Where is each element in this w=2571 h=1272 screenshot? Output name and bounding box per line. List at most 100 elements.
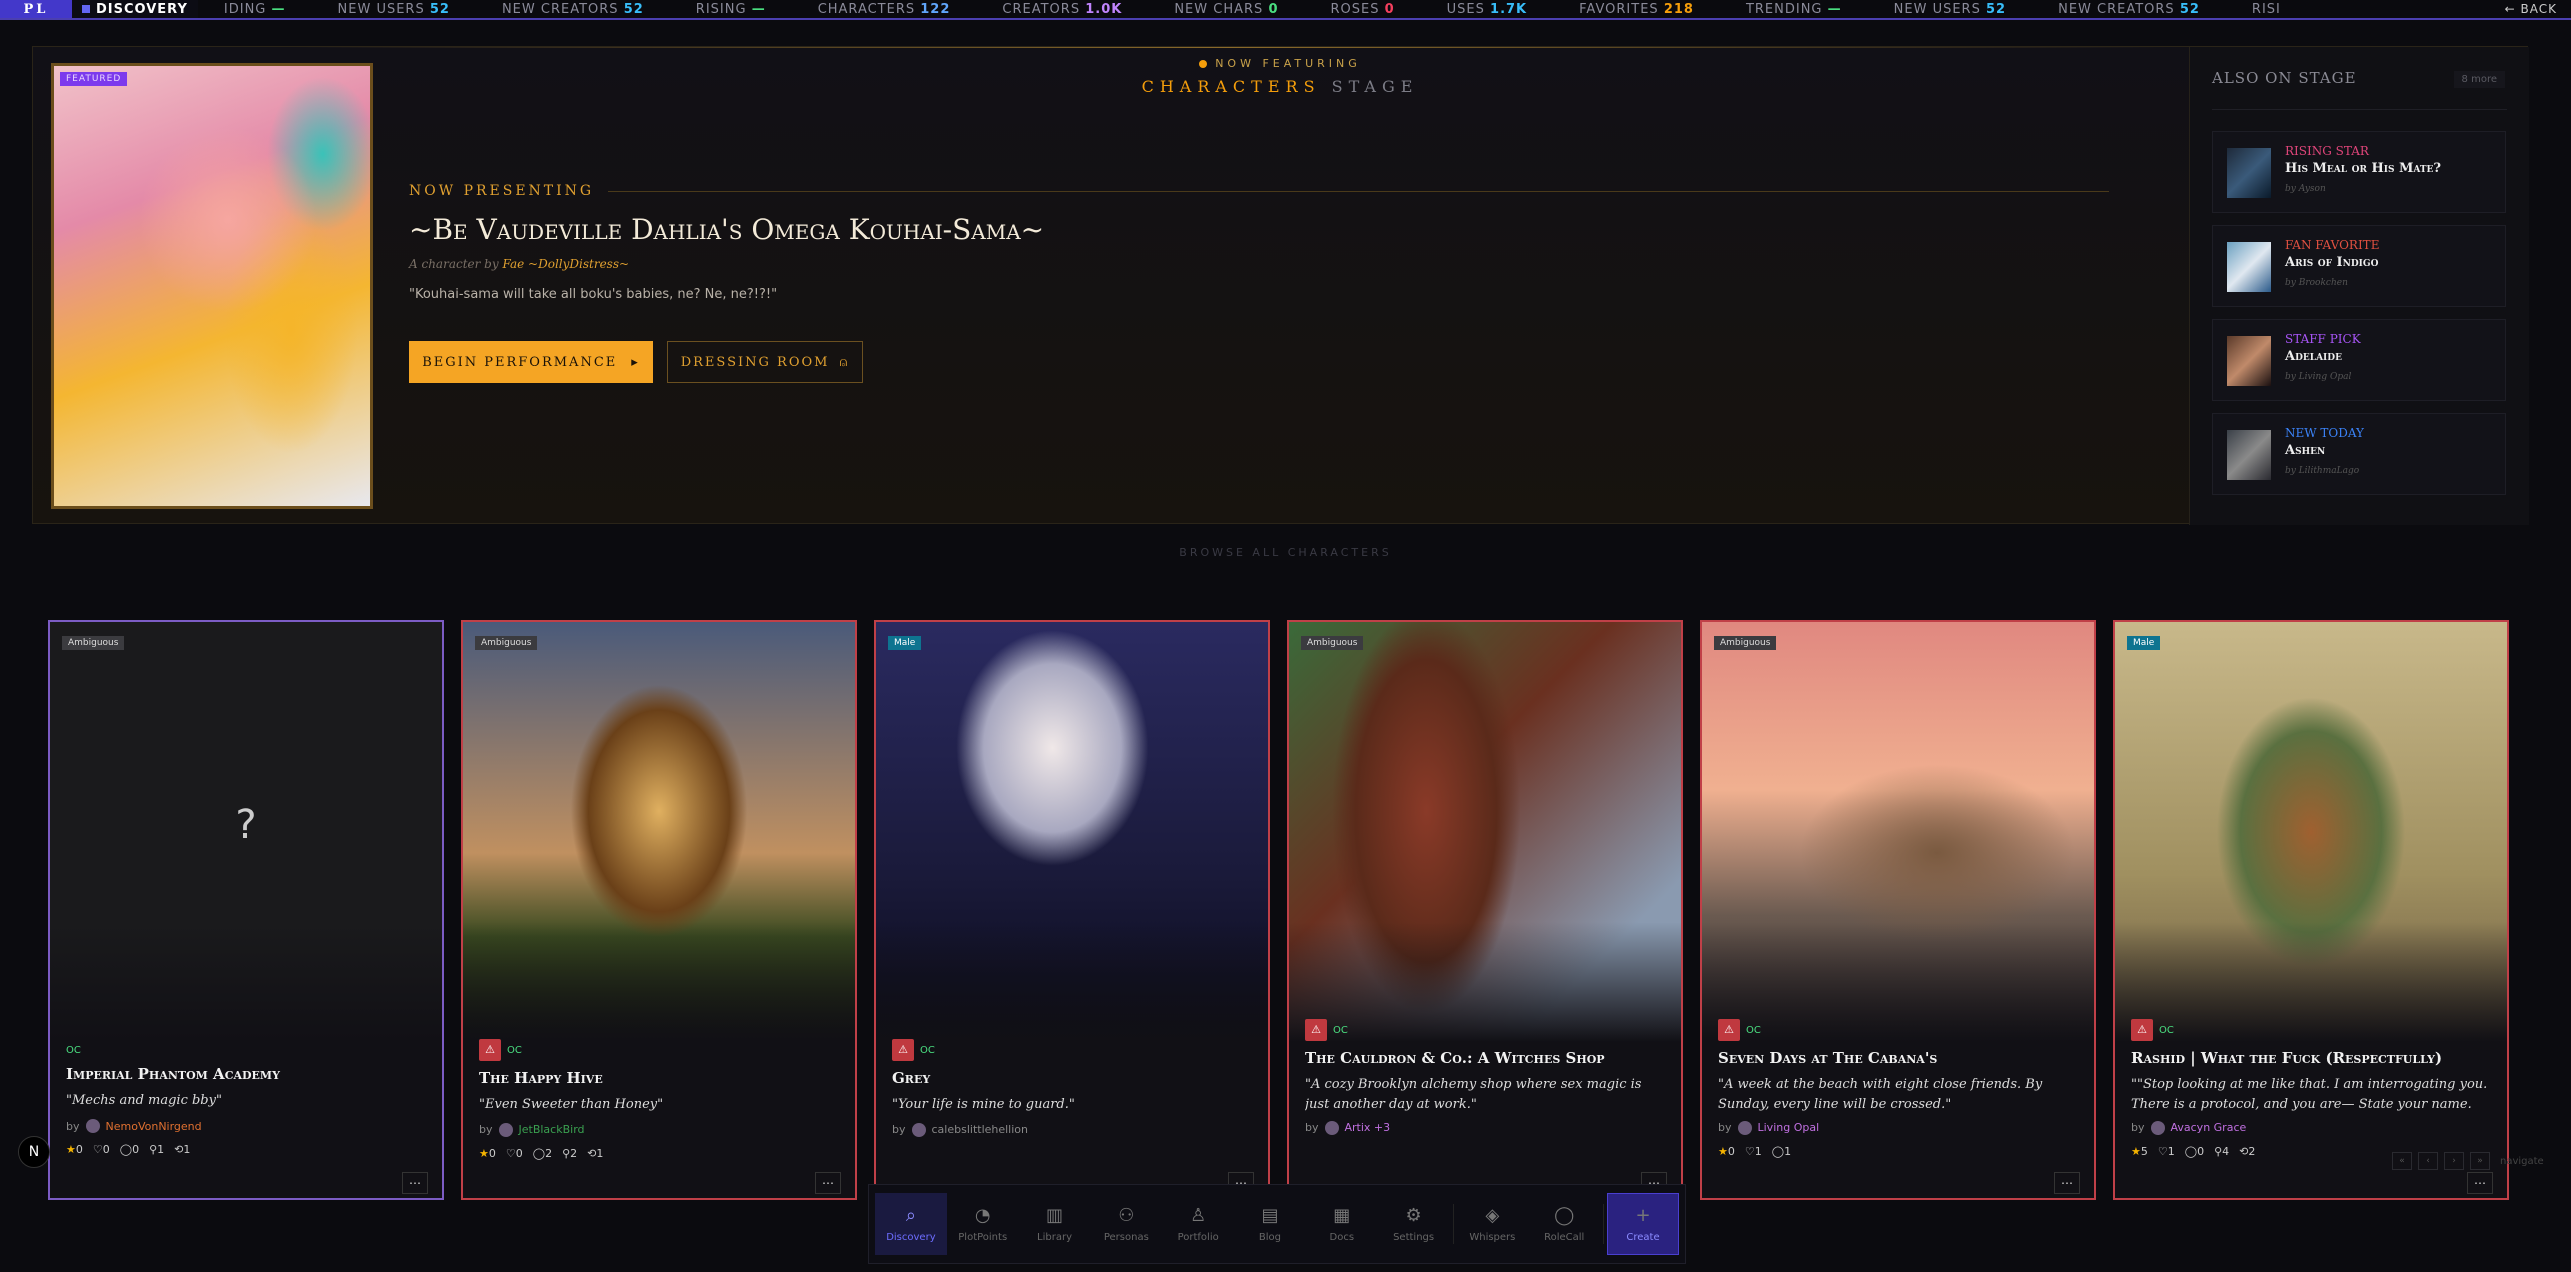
app-logo[interactable]: PL xyxy=(0,0,72,18)
stat-value: 0 xyxy=(515,1146,523,1160)
nav-label: Create xyxy=(1626,1232,1660,1243)
nav-label: Blog xyxy=(1258,1232,1282,1243)
pager-prev-button[interactable]: ‹ xyxy=(2418,1152,2438,1170)
author-avatar xyxy=(498,1122,513,1137)
author-link[interactable]: NemoVonNirgend xyxy=(106,1120,202,1133)
oc-badge: OC xyxy=(2159,1025,2174,1036)
card-menu-button[interactable]: ⋯ xyxy=(815,1172,841,1194)
stat-value: 4 xyxy=(2222,1144,2230,1158)
more-button[interactable]: 8 more xyxy=(2453,71,2505,88)
card-badges: ⚠ OC xyxy=(892,1038,1252,1061)
byline-prefix: A character by xyxy=(409,257,499,271)
stat-icon: ★ xyxy=(479,1146,489,1160)
nav-library[interactable]: ▥ Library xyxy=(1019,1193,1091,1255)
featured-character-image xyxy=(54,66,370,506)
pick-tag: STAFF PICK xyxy=(2285,332,2361,346)
pager-first-button[interactable]: « xyxy=(2392,1152,2412,1170)
nav-personas[interactable]: ⚇ Personas xyxy=(1090,1193,1162,1255)
ticker-item: RISING — xyxy=(670,2,792,17)
card-title: The Cauldron & Co.: A Witches Shop xyxy=(1305,1048,1605,1067)
stage-pick[interactable]: STAFF PICK Adelaide by Living Opal xyxy=(2212,319,2506,401)
stage-title-a: CHARACTERS xyxy=(1141,77,1321,96)
avatar[interactable]: N xyxy=(18,1136,50,1168)
stat-icon: ◯ xyxy=(1771,1144,1785,1158)
by-text: by xyxy=(479,1123,493,1136)
discovery-label: DISCOVERY xyxy=(72,0,198,18)
nav-blog[interactable]: ▤ Blog xyxy=(1234,1193,1306,1255)
stat-icon: ⟲ xyxy=(174,1143,184,1156)
pick-thumbnail xyxy=(2227,430,2271,480)
author-link[interactable]: Avacyn Grace xyxy=(2171,1121,2247,1134)
gender-tag: Ambiguous xyxy=(62,636,125,650)
nav-discovery[interactable]: ⌕ Discovery xyxy=(875,1193,947,1255)
ticker-label: NEW USERS xyxy=(1893,1,1981,17)
pager-next-button[interactable]: › xyxy=(2444,1152,2464,1170)
pager-hint: navigate xyxy=(2500,1155,2544,1167)
character-card[interactable]: Ambiguous ⚠ OC The Cauldron & Co.: A Witche… xyxy=(1287,620,1683,1200)
back-button[interactable]: ← BACK xyxy=(2490,2,2571,16)
hanger-icon: ⍝ xyxy=(839,354,850,370)
oc-badge: OC xyxy=(66,1045,81,1056)
featured-poster[interactable]: FEATURED xyxy=(51,63,373,509)
featured-author-link[interactable]: Fae ~DollyDistress~ xyxy=(502,257,629,271)
author-link[interactable]: Living Opal xyxy=(1758,1121,1820,1134)
pick-name: Ashen xyxy=(2285,443,2326,458)
pick-author: by LilithmaLago xyxy=(2285,466,2360,476)
stat-value: 1 xyxy=(1784,1144,1792,1158)
stat-icon: ♡ xyxy=(1744,1144,1755,1158)
browse-all-label[interactable]: BROWSE ALL CHARACTERS xyxy=(0,546,2571,559)
author-link[interactable]: JetBlackBird xyxy=(519,1123,585,1136)
nav-docs[interactable]: ▦ Docs xyxy=(1306,1193,1378,1255)
nav-plotpoints[interactable]: ◔ PlotPoints xyxy=(947,1193,1019,1255)
card-author: by NemoVonNirgend xyxy=(66,1119,426,1133)
nav-settings[interactable]: ⚙ Settings xyxy=(1378,1193,1450,1255)
warning-icon: ⚠ xyxy=(1305,1018,1327,1041)
stat-value: 0 xyxy=(488,1146,496,1160)
warning-icon: ⚠ xyxy=(2131,1018,2153,1041)
nav-portfolio[interactable]: ♙ Portfolio xyxy=(1162,1193,1234,1255)
begin-label: BEGIN PERFORMANCE xyxy=(422,354,618,370)
dressing-room-button[interactable]: DRESSING ROOM ⍝ xyxy=(667,341,863,383)
ticker-item: NEW USERS 52 xyxy=(1868,2,2032,17)
play-icon: ▸ xyxy=(631,354,640,370)
stat: ♡0 xyxy=(93,1143,110,1156)
nav-whispers[interactable]: ◈ Whispers xyxy=(1456,1193,1528,1255)
pick-thumbnail xyxy=(2227,148,2271,198)
card-author: by Living Opal xyxy=(1718,1120,2078,1135)
character-card[interactable]: Ambiguous ⚠ OC The Happy Hive "Even Sweeter … xyxy=(461,620,857,1200)
card-body: ⚠ OC Grey "Your life is mine to guard." by ca… xyxy=(876,1038,1268,1198)
stage-pick[interactable]: NEW TODAY Ashen by LilithmaLago xyxy=(2212,413,2506,495)
ticker-item: NEW CHARS 0 xyxy=(1148,2,1304,17)
begin-performance-button[interactable]: BEGIN PERFORMANCE ▸ xyxy=(409,341,653,383)
author-avatar xyxy=(2150,1120,2165,1135)
character-card[interactable]: Ambiguous? OC Imperial Phantom Academy "Mec… xyxy=(48,620,444,1200)
character-card[interactable]: Male ⚠ OC Grey "Your life is mine to guard."… xyxy=(874,620,1270,1200)
ticker-item: FAVORITES 218 xyxy=(1553,2,1720,17)
card-stats: ★0 ♡0 ◯0 ⚲1 ⟲1 xyxy=(66,1143,426,1156)
card-menu-button[interactable]: ⋯ xyxy=(402,1172,428,1194)
stat: ◯0 xyxy=(120,1143,139,1156)
gender-tag: Male xyxy=(2127,636,2161,650)
card-badges: OC xyxy=(66,1038,426,1057)
nav-label: Discovery xyxy=(886,1232,936,1243)
ticker-label: CREATORS xyxy=(1002,1,1081,17)
nav-create[interactable]: + Create xyxy=(1607,1193,1679,1255)
stage-pick[interactable]: FAN FAVORITE Aris of Indigo by Brookchen xyxy=(2212,225,2506,307)
ticker-label: NEW CREATORS xyxy=(501,1,619,17)
nav-separator xyxy=(1603,1204,1605,1244)
ticker-label: NEW CHARS xyxy=(1174,1,1264,17)
stat-icon: ◯ xyxy=(119,1143,133,1156)
stage-pick[interactable]: RISING STAR His Meal or His Mate? by Ayson xyxy=(2212,131,2506,213)
character-card[interactable]: Ambiguous ⚠ OC Seven Days at The Cabana's "A… xyxy=(1700,620,2096,1200)
author-link[interactable]: calebslittlehellion xyxy=(932,1123,1029,1136)
card-author: by Avacyn Grace xyxy=(2131,1120,2491,1135)
card-menu-button[interactable]: ⋯ xyxy=(2467,1172,2493,1194)
ticker-value: 218 xyxy=(1663,1,1694,17)
ticker-label: USES xyxy=(1446,1,1485,17)
author-link[interactable]: Artix +3 xyxy=(1345,1121,1391,1134)
character-card[interactable]: Male ⚠ OC Rashid | What the Fuck (Respectfu… xyxy=(2113,620,2509,1200)
pager-last-button[interactable]: » xyxy=(2470,1152,2490,1170)
pick-name: His Meal or His Mate? xyxy=(2285,161,2442,176)
nav-rolecall[interactable]: ◯ RoleCall xyxy=(1528,1193,1600,1255)
card-menu-button[interactable]: ⋯ xyxy=(2054,1172,2080,1194)
